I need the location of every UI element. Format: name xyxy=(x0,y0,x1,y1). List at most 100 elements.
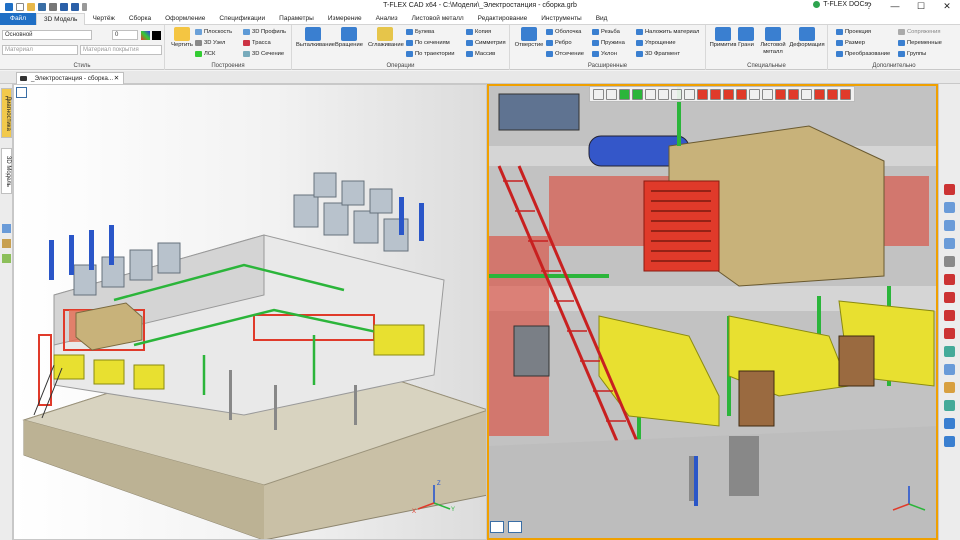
array-button[interactable]: Массив xyxy=(466,50,495,58)
check-icon[interactable] xyxy=(619,88,630,100)
slope-button[interactable]: Уклон xyxy=(592,50,617,58)
constraints-button[interactable]: Сопряжения xyxy=(898,28,941,36)
spring-button[interactable]: Пружина xyxy=(592,39,625,47)
shell-button[interactable]: Оболочка xyxy=(546,28,581,36)
walk-icon[interactable] xyxy=(944,328,955,339)
sphere-icon[interactable] xyxy=(944,364,955,375)
color-icon[interactable] xyxy=(944,382,955,393)
viewport-overview[interactable]: Z Y X xyxy=(13,84,487,540)
edges-icon[interactable] xyxy=(944,418,955,429)
tab-sheet-metal[interactable]: Листовой металл xyxy=(405,13,471,25)
close-button[interactable]: ✕ xyxy=(934,0,960,13)
more-icon[interactable] xyxy=(840,88,851,100)
tab-editing[interactable]: Редактирование xyxy=(471,13,535,25)
by-sections-button[interactable]: По сечениям xyxy=(406,39,450,47)
cut-button[interactable]: Отсечение xyxy=(546,50,584,58)
hole-button[interactable]: Отверстие xyxy=(512,27,546,49)
document-tab[interactable]: _Электростанция - сборка... ✕ xyxy=(16,72,124,84)
magnet-icon[interactable] xyxy=(944,184,955,195)
tab-parameters[interactable]: Параметры xyxy=(272,13,321,25)
groups-button[interactable]: Группы xyxy=(898,50,926,58)
color-swatch-icon[interactable] xyxy=(152,31,161,40)
minimize-button[interactable]: — xyxy=(882,0,908,13)
diagnostics-tab[interactable]: Диагностика xyxy=(1,88,12,138)
snap-icon[interactable] xyxy=(697,88,708,100)
simplify-button[interactable]: Упрощение xyxy=(636,39,676,47)
rotate-button[interactable]: Вращение xyxy=(332,27,366,49)
viewport-closeup[interactable] xyxy=(487,84,938,540)
check-all-icon[interactable] xyxy=(632,88,643,100)
render-icon[interactable] xyxy=(814,88,825,100)
fly-icon[interactable] xyxy=(944,346,955,357)
tab-file[interactable]: Файл xyxy=(0,12,36,25)
rotate-view-icon[interactable] xyxy=(944,274,955,285)
lsk-button[interactable]: ЛСК xyxy=(195,50,215,58)
material-view-icon[interactable] xyxy=(827,88,838,100)
sheet-metal-button[interactable]: Листовой металл xyxy=(758,27,788,55)
light-icon[interactable] xyxy=(762,88,773,100)
view-front-icon[interactable] xyxy=(944,436,955,447)
split-view-icon[interactable] xyxy=(508,521,522,533)
document-close-button[interactable]: ✕ xyxy=(114,73,119,84)
edge-icon[interactable] xyxy=(645,88,656,100)
zoom-out-icon[interactable] xyxy=(944,238,955,249)
orbit-icon[interactable] xyxy=(944,292,955,303)
node3d-button[interactable]: 3D Узел xyxy=(195,39,225,47)
thread-button[interactable]: Резьба xyxy=(592,28,620,36)
copy-button[interactable]: Копия xyxy=(466,28,491,36)
select-icon[interactable] xyxy=(606,88,617,100)
maximize-button[interactable]: ☐ xyxy=(908,0,934,13)
draw-button[interactable]: Чертить xyxy=(165,27,199,49)
pan-icon[interactable] xyxy=(944,256,955,267)
color-palette-icon[interactable] xyxy=(141,31,150,40)
look-icon[interactable] xyxy=(944,310,955,321)
body-icon[interactable] xyxy=(671,88,682,100)
point-icon[interactable] xyxy=(684,88,695,100)
material-select[interactable]: Материал xyxy=(2,45,78,55)
coating-select[interactable]: Материал покрытия xyxy=(80,45,162,55)
tab-view[interactable]: Вид xyxy=(589,13,615,25)
single-view-icon[interactable] xyxy=(490,521,504,533)
smooth-button[interactable]: Сглаживание xyxy=(368,27,404,49)
profile3d-button[interactable]: 3D Профиль xyxy=(243,28,286,36)
section3d-button[interactable]: 3D Сечение xyxy=(243,50,284,58)
number-field[interactable]: 0 xyxy=(112,30,138,40)
properties-icon[interactable] xyxy=(2,254,11,263)
shade-icon[interactable] xyxy=(944,400,955,411)
zoom-fit-icon[interactable] xyxy=(944,202,955,213)
boolean-button[interactable]: Булева xyxy=(406,28,434,36)
rib-button[interactable]: Ребро xyxy=(546,39,572,47)
cube-icon[interactable] xyxy=(710,88,721,100)
tab-design[interactable]: Оформление xyxy=(158,13,212,25)
layers-icon[interactable] xyxy=(2,239,11,248)
camera-icon[interactable] xyxy=(749,88,760,100)
tab-analysis[interactable]: Анализ xyxy=(369,13,405,25)
transform-button[interactable]: Преобразование xyxy=(836,50,890,58)
zoom-in-icon[interactable] xyxy=(944,220,955,231)
cube-wire-icon[interactable] xyxy=(723,88,734,100)
tab-tools[interactable]: Инструменты xyxy=(534,13,589,25)
model3d-tab[interactable]: 3D Модель xyxy=(1,148,12,194)
extrude-button[interactable]: Выталкивание xyxy=(296,27,335,49)
tab-3d-model[interactable]: 3D Модель xyxy=(35,12,86,25)
by-path-button[interactable]: По траектории xyxy=(406,50,454,58)
variables-button[interactable]: Переменные xyxy=(898,39,942,47)
tab-drawing[interactable]: Чертёж xyxy=(85,13,121,25)
plane-button[interactable]: Плоскость xyxy=(195,28,232,36)
tree-icon[interactable] xyxy=(2,224,11,233)
symmetry-button[interactable]: Симметрия xyxy=(466,39,506,47)
layer-select[interactable]: Основной xyxy=(2,30,92,40)
size-button[interactable]: Размер xyxy=(836,39,865,47)
help-button[interactable]: ? xyxy=(856,0,882,13)
faces-button[interactable]: Грани xyxy=(734,27,758,49)
tab-measurement[interactable]: Измерение xyxy=(321,13,369,25)
tab-specifications[interactable]: Спецификации xyxy=(212,13,272,25)
fragment3d-button[interactable]: 3D Фрагмент xyxy=(636,50,680,58)
section-view-icon[interactable] xyxy=(775,88,786,100)
apply-material-button[interactable]: Наложить материал xyxy=(636,28,699,36)
measure-icon[interactable] xyxy=(801,88,812,100)
filter-icon[interactable] xyxy=(593,88,604,100)
face-icon[interactable] xyxy=(658,88,669,100)
cube-shaded-icon[interactable] xyxy=(736,88,747,100)
deformation-button[interactable]: Деформация xyxy=(788,27,826,49)
